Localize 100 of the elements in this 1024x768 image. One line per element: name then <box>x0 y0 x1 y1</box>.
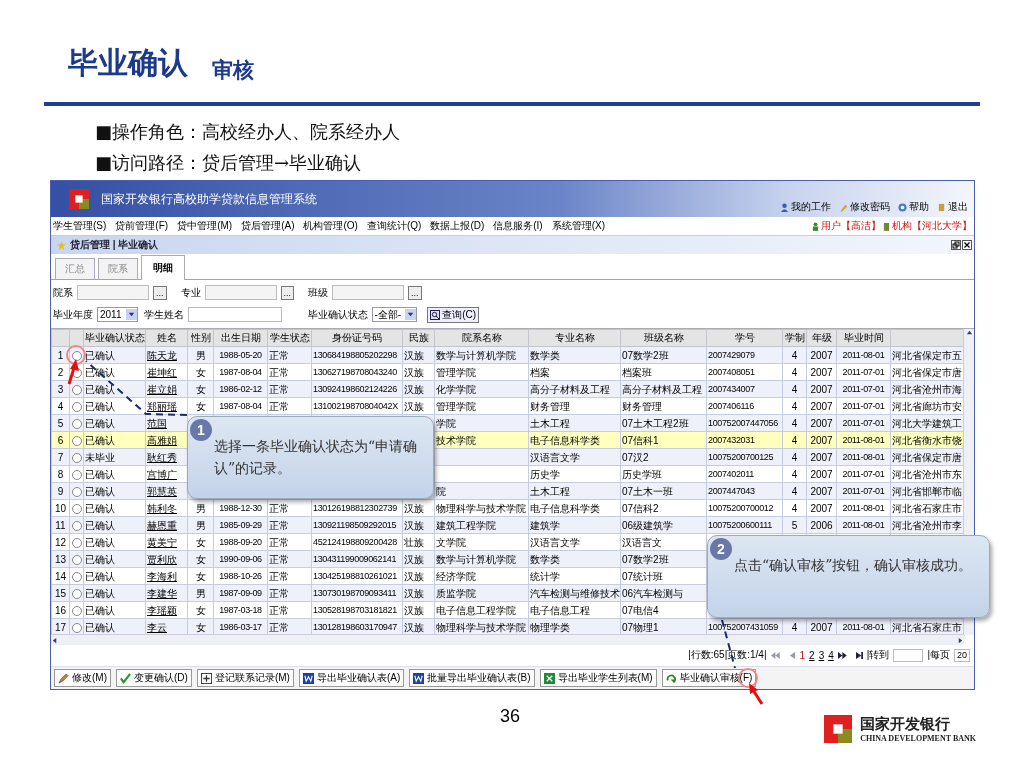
org-label: 机构【河北大学】 <box>892 219 972 233</box>
person-icon <box>780 202 789 212</box>
filter-label: 班级 <box>308 285 329 300</box>
radio-button[interactable] <box>71 503 82 514</box>
door-icon <box>937 202 946 212</box>
input-field[interactable] <box>332 285 405 301</box>
toolbar-button[interactable]: 导出毕业确认表(A) <box>298 669 405 687</box>
radio-button[interactable] <box>71 622 82 633</box>
toolbar-button[interactable]: 修改(M) <box>54 669 111 687</box>
menu-item[interactable]: 贷后管理(A) <box>241 219 295 233</box>
scroll-up-icon[interactable] <box>965 329 973 336</box>
radio-button[interactable] <box>71 605 82 616</box>
column-header: 民族 <box>402 329 435 347</box>
top-link[interactable]: 修改密码 <box>839 200 890 214</box>
checkmark-icon <box>120 672 131 684</box>
toolbar-button[interactable]: 导出毕业学生列表(M) <box>539 669 657 687</box>
circular-arrow-icon <box>665 672 677 684</box>
word-document-icon <box>413 672 425 684</box>
toolbar-button[interactable]: 批量导出毕业确认表(B) <box>409 669 535 687</box>
page-link[interactable]: 4 <box>828 649 834 661</box>
column-header: 性别 <box>187 329 214 347</box>
query-button[interactable]: 查询(C) <box>427 306 480 323</box>
dropdown[interactable]: -全部- <box>371 307 418 323</box>
radio-button[interactable] <box>71 418 82 429</box>
menu-item[interactable]: 数据上报(D) <box>430 219 485 233</box>
filter-label: 学生姓名 <box>143 307 184 322</box>
person-icon <box>812 221 819 231</box>
picker-button[interactable]: ... <box>280 285 295 300</box>
restore-icon[interactable] <box>951 240 961 250</box>
page-link[interactable]: 2 <box>809 649 815 661</box>
pencil-icon <box>58 672 69 684</box>
callout-text: 点击“确认审核”按钮，确认审核成功。 <box>733 556 974 575</box>
menu-item[interactable]: 学生管理(S) <box>53 219 107 233</box>
menu-item[interactable]: 系统管理(X) <box>551 219 606 233</box>
menu-item[interactable]: 贷前管理(F) <box>115 219 169 233</box>
scroll-right-icon[interactable] <box>957 636 964 644</box>
menu-item[interactable]: 查询统计(Q) <box>366 219 422 233</box>
radio-button[interactable] <box>71 554 82 565</box>
input-field[interactable] <box>204 285 277 301</box>
pen-icon <box>839 202 848 212</box>
search-icon <box>430 309 441 320</box>
radio-button[interactable] <box>71 520 82 531</box>
column-header: 身份证号码 <box>311 329 403 347</box>
column-header: 专业名称 <box>528 329 621 347</box>
page-input[interactable] <box>893 648 924 662</box>
column-header: 学生状态 <box>267 329 312 347</box>
filter-label: 专业 <box>180 285 201 300</box>
bank-logo-icon <box>69 189 89 209</box>
dropdown[interactable]: 2011 <box>97 307 138 323</box>
column-header: 学号 <box>706 329 783 347</box>
bullet-text: ■访问路径：贷后管理→毕业确认 <box>95 151 363 175</box>
radio-button[interactable] <box>71 401 82 412</box>
top-link[interactable]: 退出 <box>937 200 968 214</box>
radio-button[interactable] <box>71 350 82 361</box>
spreadsheet-icon <box>543 672 555 684</box>
plus-icon <box>200 672 212 684</box>
top-link[interactable]: 我的工作 <box>780 200 831 214</box>
last-page-icon[interactable] <box>855 651 863 659</box>
goto-label: |转到 <box>866 648 890 662</box>
filter-label: 院系 <box>53 285 73 300</box>
input-field[interactable] <box>187 307 282 323</box>
page-link[interactable]: 3 <box>818 649 825 661</box>
picker-button[interactable]: ... <box>408 285 422 300</box>
close-icon[interactable] <box>962 240 972 250</box>
toolbar-button[interactable]: 毕业确认审核(F) <box>661 669 757 687</box>
top-link[interactable]: 帮助 <box>898 200 929 214</box>
tab[interactable]: 明细 <box>141 255 185 280</box>
previous-page-icon[interactable] <box>788 651 796 659</box>
radio-button[interactable] <box>71 469 82 480</box>
scroll-left-icon[interactable] <box>51 636 58 644</box>
slide-title: 毕业确认 <box>68 44 188 82</box>
radio-button[interactable] <box>71 486 82 497</box>
per-page-field[interactable]: 20 <box>954 648 970 662</box>
highlight-ring <box>66 345 86 365</box>
page-number: 36 <box>500 706 521 727</box>
radio-button[interactable] <box>71 384 82 395</box>
column-header: 学制 <box>782 329 807 347</box>
star-icon <box>57 240 66 250</box>
horizontal-scrollbar[interactable] <box>51 634 964 645</box>
input-field[interactable] <box>77 285 149 301</box>
toolbar-button[interactable]: 变更确认(D) <box>116 669 192 687</box>
bullet-text: ■操作角色：高校经办人、院系经办人 <box>95 120 401 144</box>
menu-item[interactable]: 信息服务(I) <box>493 219 543 233</box>
menu-item[interactable]: 贷中管理(M) <box>177 219 233 233</box>
radio-button[interactable] <box>71 588 82 599</box>
radio-button[interactable] <box>71 435 82 446</box>
picker-button[interactable]: ... <box>153 285 167 300</box>
column-header: 毕业时间 <box>836 329 891 347</box>
radio-button[interactable] <box>71 571 82 582</box>
toolbar-button[interactable]: 登记联系记录(M) <box>196 669 294 687</box>
page-link[interactable]: 1 <box>799 649 806 661</box>
column-header: 院系名称 <box>434 329 529 347</box>
step-badge: 2 <box>710 538 732 560</box>
callout-text: 选择一条毕业确认状态为“申请确认”的记录。 <box>213 437 419 478</box>
word-document-icon <box>302 672 314 684</box>
bank-name: 国家开发银行 <box>860 715 952 734</box>
menu-item[interactable]: 机构管理(O) <box>303 219 358 233</box>
app-title: 国家开发银行高校助学贷款信息管理系统 <box>101 190 317 208</box>
radio-button[interactable] <box>71 452 82 463</box>
radio-button[interactable] <box>71 537 82 548</box>
